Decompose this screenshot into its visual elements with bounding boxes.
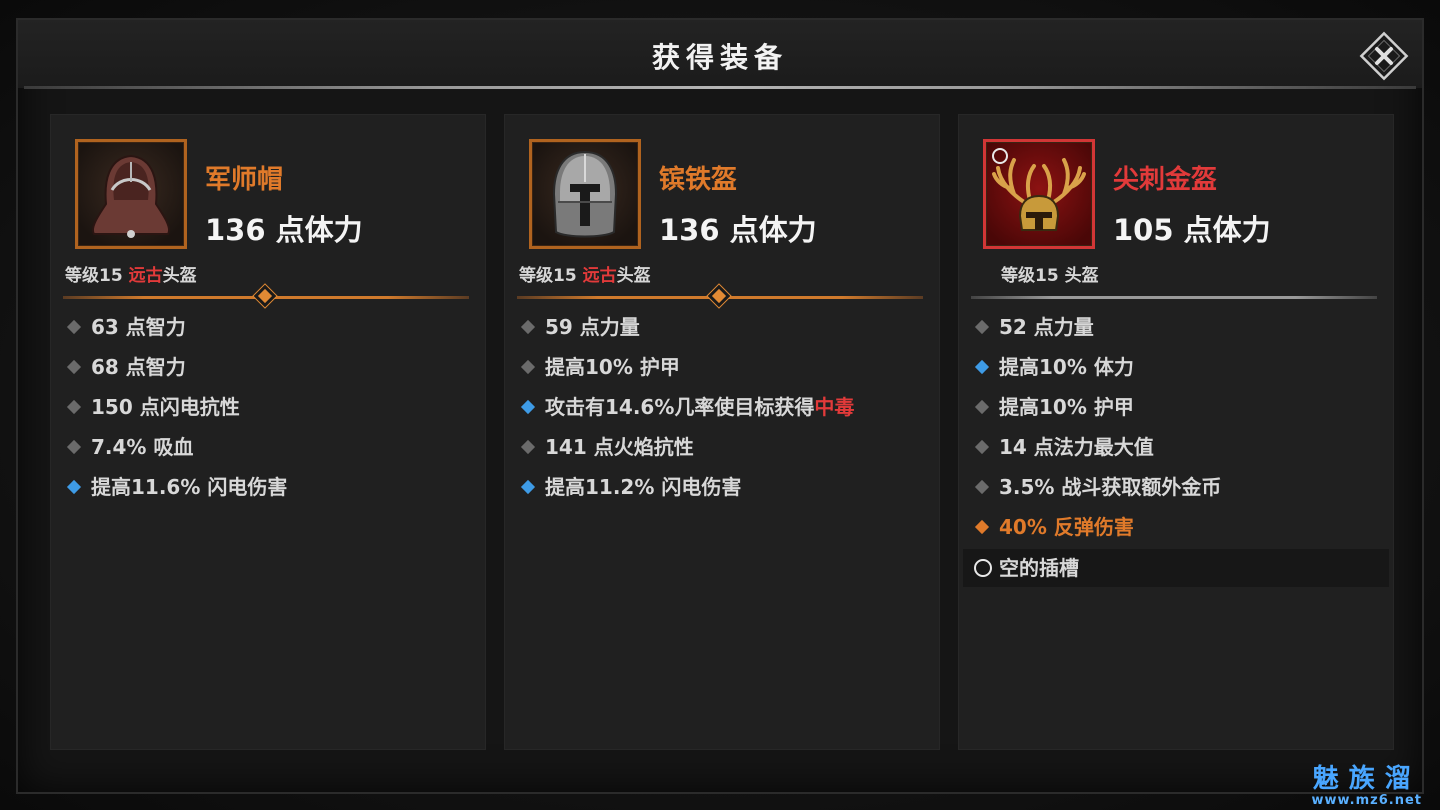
item-portrait [529, 139, 641, 249]
stat-line: 141 点火焰抗性 [519, 433, 929, 473]
stat-divider [971, 293, 1377, 301]
item-card-1[interactable]: 军师帽 136 点体力 等级15 远古头盔 63 点智力 68 点智力 150 … [50, 114, 486, 750]
stat-text: 68 点智力 [91, 355, 186, 379]
item-rarity: 远古 [128, 266, 163, 286]
stat-line: 150 点闪电抗性 [65, 393, 475, 433]
game-screen: 获得装备 军师帽 136 点体力 等级15 远古头盔 63 点智力 68 点智力… [0, 0, 1440, 810]
stat-line: 59 点力量 [519, 313, 929, 353]
dialog-titlebar: 获得装备 [18, 20, 1422, 88]
item-portrait [75, 139, 187, 249]
diamond-icon [974, 439, 990, 455]
watermark-url: www.mz6.net [1311, 793, 1422, 808]
diamond-icon [520, 439, 536, 455]
stat-line: 提高11.6% 闪电伤害 [65, 473, 475, 513]
item-level: 等级15 [1001, 266, 1065, 286]
stat-line: 提高10% 体力 [973, 353, 1383, 393]
close-button[interactable] [1358, 30, 1410, 82]
stat-list: 52 点力量 提高10% 体力 提高10% 护甲 14 点法力最大值 3.5% … [963, 313, 1389, 587]
title-divider [24, 86, 1416, 89]
socket-icon [974, 559, 992, 577]
stat-list: 63 点智力 68 点智力 150 点闪电抗性 7.4% 吸血 提高11.6% … [65, 313, 475, 513]
dialog-title: 获得装备 [651, 41, 788, 74]
status-effect: 中毒 [814, 395, 855, 419]
item-slot: 头盔 [616, 266, 651, 286]
stat-text: 提高11.2% 闪电伤害 [545, 475, 742, 499]
stat-line: 52 点力量 [973, 313, 1383, 353]
item-type: 等级15 远古头盔 [65, 261, 197, 286]
diamond-icon [520, 399, 536, 415]
watermark-logo-text: 魅族溜 [1312, 764, 1421, 794]
stat-text: 提高10% 护甲 [545, 355, 680, 379]
item-slot: 头盔 [1064, 266, 1099, 286]
diamond-icon [974, 359, 990, 375]
diamond-icon [974, 519, 990, 535]
stat-line: 7.4% 吸血 [65, 433, 475, 473]
stat-text: 攻击有14.6%几率使目标获得 [545, 395, 815, 419]
hood-icon [92, 154, 170, 238]
diamond-icon [974, 479, 990, 495]
item-main-stat: 136 点体力 [659, 213, 817, 247]
helmet-icon [552, 150, 618, 238]
stat-text: 提高10% 体力 [999, 355, 1134, 379]
stat-text: 40% 反弹伤害 [999, 515, 1134, 539]
stat-line: 3.5% 战斗获取额外金币 [973, 473, 1383, 513]
stat-line: 提高10% 护甲 [973, 393, 1383, 433]
diamond-icon [66, 319, 82, 335]
stat-line: 68 点智力 [65, 353, 475, 393]
stat-text: 7.4% 吸血 [91, 435, 194, 459]
item-card-2[interactable]: 镔铁盔 136 点体力 等级15 远古头盔 59 点力量 提高10% 护甲 攻击… [504, 114, 940, 750]
item-portrait [983, 139, 1095, 249]
diamond-icon [974, 319, 990, 335]
item-name: 镔铁盔 [659, 165, 738, 195]
diamond-icon [520, 479, 536, 495]
stat-line: 63 点智力 [65, 313, 475, 353]
stat-line: 提高10% 护甲 [519, 353, 929, 393]
stat-text: 52 点力量 [999, 315, 1094, 339]
socket-label: 空的插槽 [999, 556, 1079, 580]
diamond-icon [66, 359, 82, 375]
site-watermark: 魅族溜 www.mz6.net [1311, 765, 1422, 808]
item-name: 军师帽 [205, 165, 284, 195]
stat-line: 14 点法力最大值 [973, 433, 1383, 473]
diamond-icon [520, 359, 536, 375]
stat-list: 59 点力量 提高10% 护甲 攻击有14.6%几率使目标获得中毒 141 点火… [519, 313, 929, 513]
socket-icon [992, 148, 1008, 164]
stat-text: 141 点火焰抗性 [545, 435, 694, 459]
stat-line: 提高11.2% 闪电伤害 [519, 473, 929, 513]
close-icon [1359, 31, 1409, 81]
diamond-icon [66, 439, 82, 455]
loot-dialog: 获得装备 军师帽 136 点体力 等级15 远古头盔 63 点智力 68 点智力… [16, 18, 1424, 794]
diamond-icon [253, 284, 277, 308]
item-level: 等级15 [519, 266, 583, 286]
diamond-icon [66, 479, 82, 495]
stat-text: 3.5% 战斗获取额外金币 [999, 475, 1222, 499]
stat-divider [63, 284, 469, 308]
item-type: 等级15 头盔 [1001, 261, 1099, 286]
item-main-stat: 136 点体力 [205, 213, 363, 247]
stat-text: 14 点法力最大值 [999, 435, 1154, 459]
stat-line: 攻击有14.6%几率使目标获得中毒 [519, 393, 929, 433]
item-slot: 头盔 [162, 266, 197, 286]
diamond-icon [707, 284, 731, 308]
diamond-icon [520, 319, 536, 335]
stat-text: 150 点闪电抗性 [91, 395, 240, 419]
item-type: 等级15 远古头盔 [519, 261, 651, 286]
item-main-stat: 105 点体力 [1113, 213, 1271, 247]
stat-text: 59 点力量 [545, 315, 640, 339]
item-name: 尖刺金盔 [1113, 165, 1218, 195]
empty-socket-row[interactable]: 空的插槽 [963, 549, 1389, 587]
stat-text: 提高11.6% 闪电伤害 [91, 475, 288, 499]
stat-text: 提高10% 护甲 [999, 395, 1134, 419]
diamond-icon [974, 399, 990, 415]
item-card-3[interactable]: 尖刺金盔 105 点体力 等级15 头盔 52 点力量 提高10% 体力 提高1… [958, 114, 1394, 750]
stat-text: 63 点智力 [91, 315, 186, 339]
item-level: 等级15 [65, 266, 129, 286]
diamond-icon [66, 399, 82, 415]
item-rarity: 远古 [582, 266, 617, 286]
stat-line: 40% 反弹伤害 [973, 513, 1383, 553]
stat-divider [517, 284, 923, 308]
